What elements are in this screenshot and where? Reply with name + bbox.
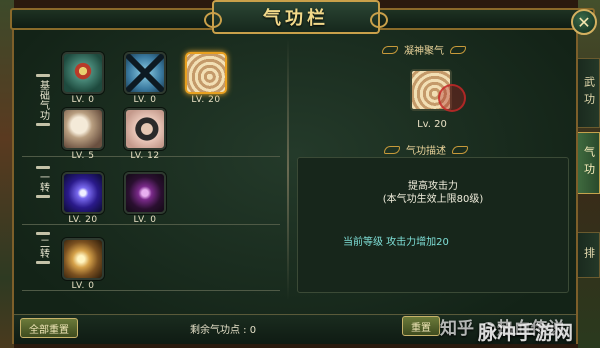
tab-ranking[interactable]: 排 (578, 232, 600, 278)
skill-level: LV. 0 (133, 95, 157, 105)
label-cap (36, 123, 50, 126)
pane-divider (287, 38, 289, 300)
skill-slot[interactable]: LV. 12 (122, 108, 168, 161)
close-icon: ✕ (577, 12, 591, 32)
purple-claw-icon (124, 172, 166, 214)
window-title: 气功栏 (263, 8, 329, 29)
section-label-text: 二转 (37, 238, 49, 258)
ornament-icon (382, 45, 398, 54)
tab-martial-arts[interactable]: 武功 (578, 58, 600, 128)
reset-button[interactable]: 重置 (402, 316, 440, 336)
crossed-blades-icon (124, 52, 166, 94)
swirl-hand-icon (185, 52, 227, 94)
blue-energy-burst-icon (62, 172, 104, 214)
remaining-points: 剩余气功点 : 0 (190, 325, 257, 336)
selected-skill-header: 凝神聚气 (382, 42, 466, 57)
skill-slot[interactable]: LV. 5 (60, 108, 106, 161)
skill-level: LV. 0 (71, 95, 95, 105)
skill-slot[interactable]: LV. 0 (122, 172, 168, 225)
skill-level: LV. 12 (130, 151, 160, 161)
section-label-first-turn: 一转 (34, 166, 52, 198)
current-effect: 当前等级 攻击力增加20 (343, 237, 449, 248)
close-button[interactable]: ✕ (571, 9, 597, 35)
skill-level: LV. 0 (133, 215, 157, 225)
sleeping-figure-icon (62, 108, 104, 150)
red-seal-icon (438, 84, 466, 112)
selected-skill-name: 凝神聚气 (404, 46, 444, 57)
warrior-portrait-icon (124, 108, 166, 150)
skill-level: LV. 5 (71, 151, 95, 161)
title-plaque: 气功栏 (204, 0, 388, 34)
label-cap (36, 261, 50, 264)
section-label-basic: 基础气功 (34, 74, 52, 126)
golden-glow-icon (62, 238, 104, 280)
section-label-text: 基础气功 (37, 80, 49, 120)
skill-slot[interactable]: LV. 0 (60, 52, 106, 105)
skill-slot[interactable]: LV. 20 (60, 172, 106, 225)
ornament-icon (452, 145, 468, 154)
skill-slot[interactable]: LV. 0 (60, 238, 106, 291)
ornament-icon (450, 45, 466, 54)
watermark-site: 脉冲手游网 (478, 322, 574, 344)
tab-qigong[interactable]: 气功 (578, 132, 600, 194)
skill-slot[interactable]: LV. 0 (122, 52, 168, 105)
label-cap (36, 195, 50, 198)
description-header-text: 气功描述 (406, 146, 446, 157)
selected-skill-level: Lv. 20 (417, 119, 447, 130)
skill-slot-selected[interactable]: LV. 20 (183, 52, 229, 105)
description-subtitle: (本气功生效上限80级) (382, 194, 484, 205)
section-label-text: 一转 (37, 172, 49, 192)
ornament-icon (384, 145, 400, 154)
description-header: 气功描述 (384, 142, 468, 157)
shield-cross-icon (62, 52, 104, 94)
skill-level: LV. 20 (191, 95, 221, 105)
skill-level: LV. 0 (71, 281, 95, 291)
skill-level: LV. 20 (68, 215, 98, 225)
reset-all-button[interactable]: 全部重置 (20, 318, 78, 338)
section-label-second-turn: 二转 (34, 232, 52, 264)
